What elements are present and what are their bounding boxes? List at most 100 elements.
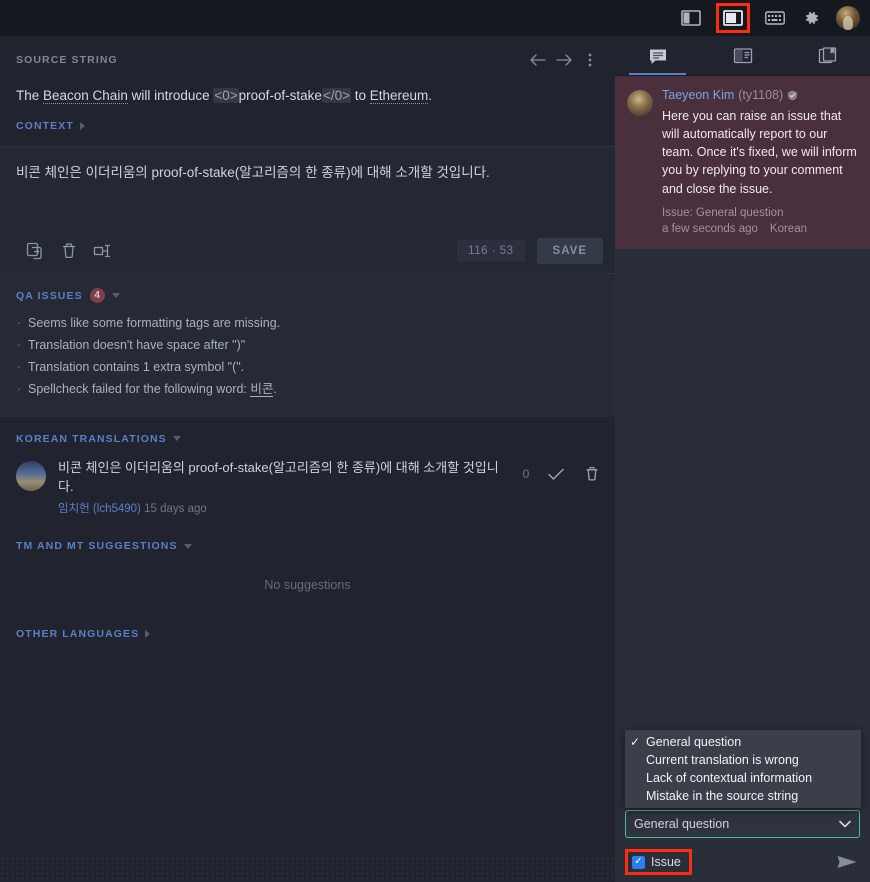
comment-composer: New comment ✓ General question Current t…: [615, 730, 870, 882]
korean-translations-label: KOREAN TRANSLATIONS: [16, 432, 167, 445]
source-text-part-3: proof-of-stake: [238, 88, 322, 103]
tab-comments[interactable]: [615, 36, 700, 75]
issue-type-selected-value: General question: [634, 817, 730, 831]
issue-type-dropdown: ✓ General question Current translation i…: [625, 730, 861, 808]
source-string-label: SOURCE STRING: [16, 54, 118, 66]
comments-panel: Taeyeon Kim (ty1108) Here you can raise …: [615, 36, 870, 882]
issue-checkbox[interactable]: ✓: [632, 855, 645, 869]
delete-translation-icon[interactable]: [581, 463, 603, 485]
dropdown-option-lack-of-contextual-information[interactable]: Lack of contextual information: [625, 769, 861, 787]
qa-issues-section: QA ISSUES 4 Seems like some formatting t…: [0, 274, 615, 417]
settings-gear-icon[interactable]: [800, 7, 822, 29]
editor-toolbar: 116 · 53 SAVE: [0, 229, 615, 274]
glossary-book-icon: [733, 47, 752, 63]
dropdown-option-label: Lack of contextual information: [646, 771, 813, 785]
translation-row: 비콘 체인은 이더리움의 proof-of-stake(알고리즘의 한 종류)에…: [0, 455, 615, 521]
save-button[interactable]: SAVE: [536, 238, 603, 265]
chevron-down-icon: [839, 820, 851, 828]
translation-row-actions: 0: [521, 463, 603, 485]
qa-issues-count-badge: 4: [89, 288, 105, 304]
comment-author-row: Taeyeon Kim (ty1108): [662, 88, 858, 102]
comment-author-handle: (ty1108): [738, 88, 784, 102]
translation-row-text[interactable]: 비콘 체인은 이더리움의 proof-of-stake(알고리즘의 한 종류)에…: [58, 459, 509, 497]
source-term-beacon-chain: Beacon Chain: [43, 88, 128, 104]
source-text-part-1: The: [16, 88, 44, 103]
screenshots-icon: [818, 46, 836, 63]
tm-mt-suggestions-label: TM AND MT SUGGESTIONS: [16, 540, 178, 553]
dropdown-option-mistake-in-the-source-string[interactable]: Mistake in the source string: [625, 787, 861, 805]
layout-left-panel-icon[interactable]: [680, 7, 702, 29]
verified-badge-icon: [788, 90, 798, 100]
qa-issue-item: Translation doesn't have space after ")": [16, 335, 599, 357]
translation-vote-count: 0: [522, 466, 530, 481]
character-counter: 116 · 53: [457, 240, 525, 263]
more-options-icon[interactable]: [577, 47, 603, 73]
panel-bottom-texture: [0, 856, 615, 882]
issue-checkbox-label[interactable]: Issue: [651, 855, 681, 869]
dropdown-option-current-translation-is-wrong[interactable]: Current translation is wrong: [625, 751, 861, 769]
translation-time: 15 days ago: [144, 503, 207, 516]
send-arrow-icon[interactable]: [834, 849, 860, 875]
dropdown-option-label: Current translation is wrong: [646, 753, 799, 767]
approve-check-icon[interactable]: [545, 463, 567, 485]
comment-bubble-icon: [649, 49, 666, 64]
keyboard-shortcuts-icon[interactable]: [764, 7, 786, 29]
user-avatar[interactable]: [836, 6, 860, 30]
issue-type-select-wrap: ✓ General question Current translation i…: [625, 730, 861, 838]
issue-type-select[interactable]: General question: [625, 810, 860, 838]
dropdown-option-general-question[interactable]: ✓ General question: [625, 733, 861, 751]
source-string-header: SOURCE STRING: [0, 44, 615, 76]
source-text-part-5: .: [428, 88, 433, 103]
translation-row-meta: 임치헌 (lch5490) 15 days ago: [58, 500, 509, 516]
comment-author-name[interactable]: Taeyeon Kim: [662, 88, 734, 102]
next-string-arrow-icon[interactable]: [551, 47, 577, 73]
qa-issue-item: Spellcheck failed for the following word…: [16, 379, 599, 401]
qa-issue-text-end: .: [273, 381, 277, 396]
translator-avatar: [16, 460, 46, 491]
comment-author-avatar: [627, 90, 653, 116]
source-tag-close[interactable]: </0>: [321, 88, 351, 103]
qa-issues-label: QA ISSUES: [16, 289, 83, 302]
comment-body-wrap: Taeyeon Kim (ty1108) Here you can raise …: [662, 88, 858, 235]
issue-checkbox-highlight: ✓ Issue: [625, 849, 692, 875]
qa-issue-item: Translation contains 1 extra symbol "(".: [16, 357, 599, 379]
composer-footer: ✓ Issue: [625, 846, 860, 882]
insert-tag-icon[interactable]: [86, 237, 120, 265]
context-toggle[interactable]: CONTEXT: [0, 108, 615, 146]
translation-editor-app: SOURCE STRING The Beacon Chain will intr…: [0, 0, 870, 882]
comment-language: Korean: [769, 222, 807, 235]
comment-meta: a few seconds ago Korean: [662, 223, 858, 235]
previous-string-arrow-icon[interactable]: [525, 47, 551, 73]
translation-row-main: 비콘 체인은 이더리움의 proof-of-stake(알고리즘의 한 종류)에…: [58, 459, 509, 517]
comment-issue-type: Issue: General question: [662, 206, 784, 219]
dropdown-option-label: Mistake in the source string: [646, 789, 799, 803]
qa-issues-toggle[interactable]: QA ISSUES 4: [16, 288, 599, 304]
tab-glossary[interactable]: [700, 36, 785, 75]
other-languages-toggle[interactable]: OTHER LANGUAGES: [0, 616, 615, 652]
dropdown-check-icon: ✓: [629, 735, 641, 749]
qa-issue-item: Seems like some formatting tags are miss…: [16, 313, 599, 335]
tab-screenshots[interactable]: [785, 36, 870, 75]
layout-split-panel-highlight: [716, 3, 750, 33]
translation-author[interactable]: 임치헌 (lch5490): [58, 503, 141, 515]
qa-issue-text: Spellcheck failed for the following word…: [28, 381, 251, 396]
comment-timestamp: a few seconds ago: [662, 222, 758, 235]
layout-split-panel-icon[interactable]: [722, 7, 744, 29]
source-tag-open[interactable]: <0>: [213, 88, 239, 103]
source-text-part-2: will introduce: [127, 88, 214, 103]
translation-input[interactable]: 비콘 체인은 이더리움의 proof-of-stake(알고리즘의 한 종류)에…: [0, 147, 615, 230]
korean-translations-toggle[interactable]: KOREAN TRANSLATIONS: [0, 417, 615, 455]
editor-panel: SOURCE STRING The Beacon Chain will intr…: [0, 36, 615, 882]
clear-translation-icon[interactable]: [52, 237, 86, 265]
comment-text: Here you can raise an issue that will au…: [662, 109, 857, 196]
chevron-right-icon: [79, 122, 85, 131]
tm-mt-suggestions-toggle[interactable]: TM AND MT SUGGESTIONS: [0, 520, 615, 552]
chevron-right-icon: [145, 630, 151, 639]
source-text-part-4: to: [350, 88, 370, 103]
comments-panel-tabs: [615, 36, 870, 76]
chevron-down-icon: [183, 543, 192, 549]
chevron-down-icon: [172, 436, 181, 442]
comment-item: Taeyeon Kim (ty1108) Here you can raise …: [615, 76, 870, 249]
copy-source-icon[interactable]: [18, 237, 52, 265]
chevron-down-icon: [111, 293, 120, 299]
